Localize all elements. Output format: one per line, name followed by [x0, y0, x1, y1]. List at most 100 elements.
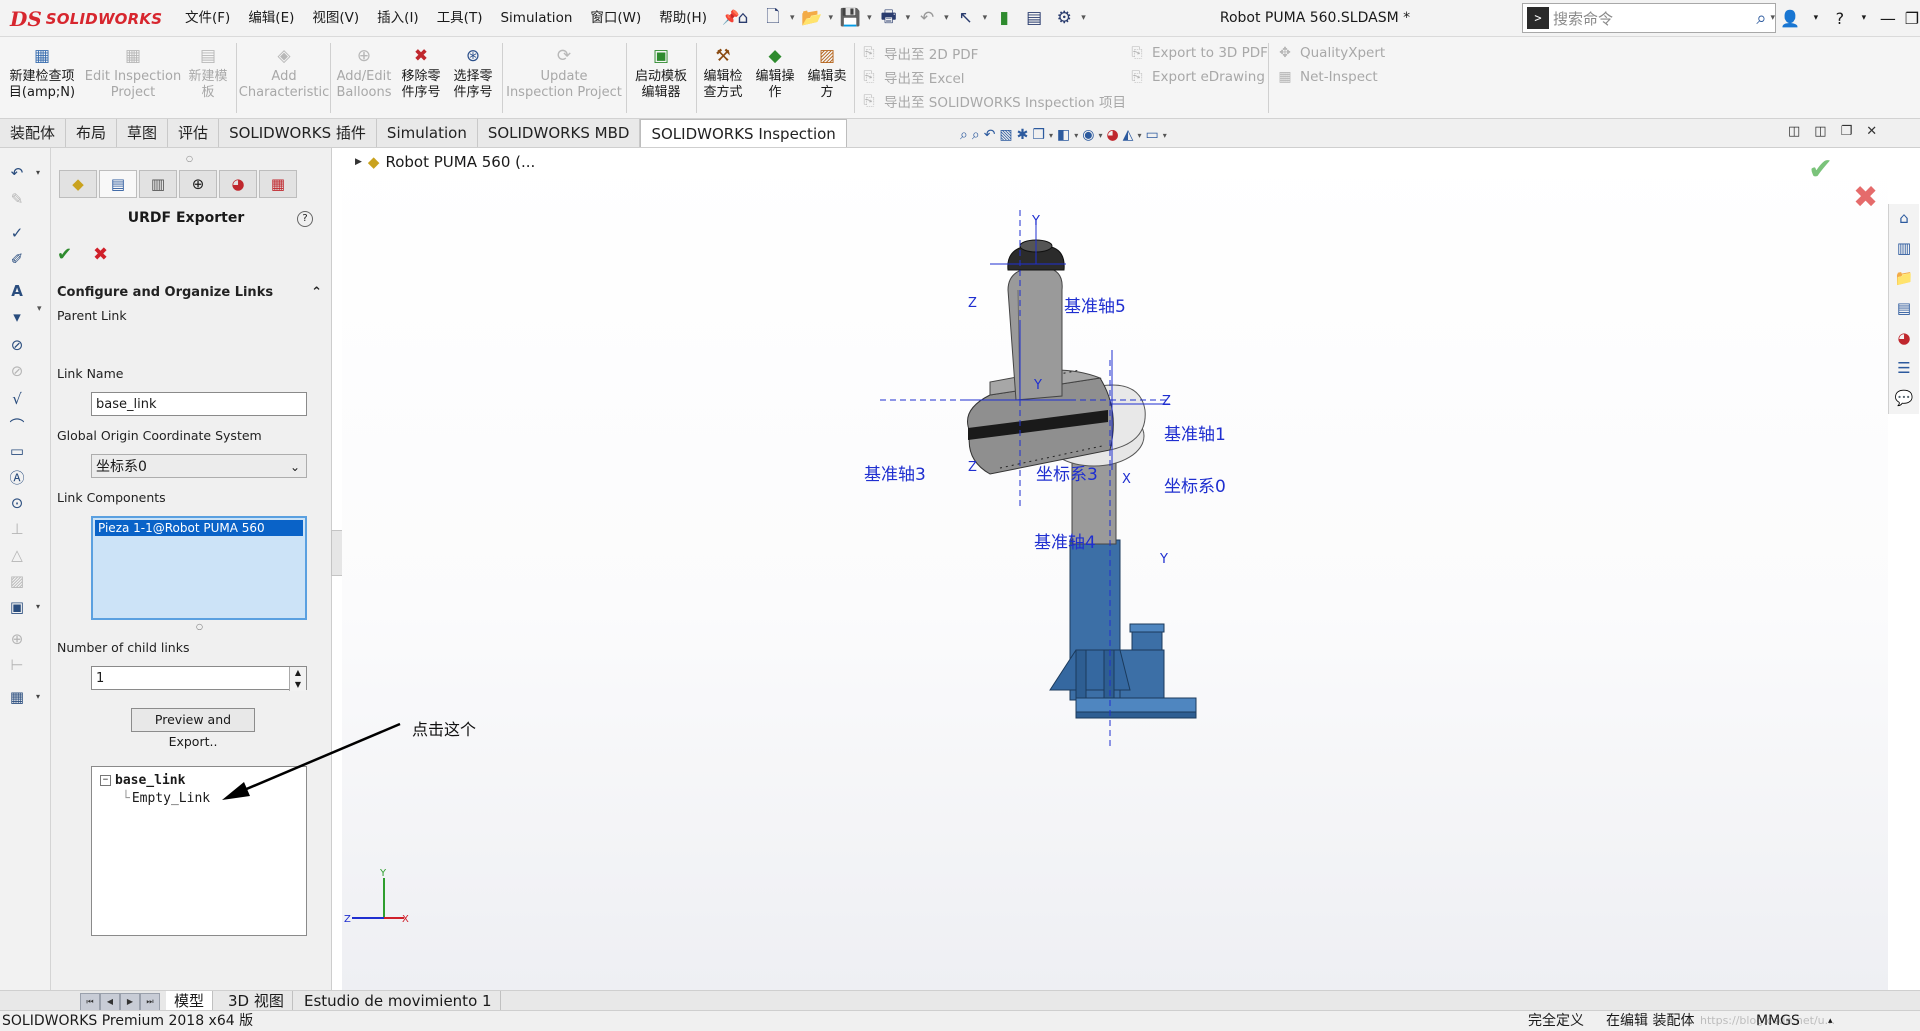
chevron-down-icon[interactable]: ▾: [1137, 131, 1141, 140]
apply-scene-icon[interactable]: ◭: [1123, 127, 1134, 143]
hide-show-icon[interactable]: ◉: [1082, 127, 1094, 143]
surface-finish-icon[interactable]: √: [6, 388, 28, 410]
chevron-down-icon[interactable]: ▾: [1163, 131, 1167, 140]
add-characteristic-button[interactable]: ◈ Add Characteristic: [239, 45, 329, 115]
design-library-icon[interactable]: ▥: [1894, 238, 1914, 258]
zoom-to-fit-icon[interactable]: ⌕: [960, 127, 968, 143]
unit-system[interactable]: MMGS: [1756, 1011, 1800, 1031]
home-icon[interactable]: ⌂: [1894, 208, 1914, 228]
edit-appearance-icon[interactable]: ◕: [1106, 127, 1118, 143]
file-properties-icon[interactable]: ▤: [1021, 5, 1047, 31]
chevron-down-icon[interactable]: ▾: [906, 13, 911, 23]
center-mark-icon[interactable]: ⊕: [6, 628, 28, 650]
tree-root[interactable]: − base_link: [100, 773, 185, 788]
view-orientation-icon[interactable]: ❒: [1032, 127, 1045, 143]
chevron-down-icon[interactable]: ▾: [790, 13, 795, 23]
auto-balloon-icon[interactable]: ⊘: [6, 360, 28, 382]
tab-evaluate[interactable]: 评估: [168, 119, 220, 147]
child-links-input[interactable]: 1 ▲ ▼: [91, 666, 307, 691]
chevron-up-icon[interactable]: ▴: [1828, 1011, 1833, 1031]
tab-layout[interactable]: 布局: [66, 119, 118, 147]
tile-right-icon[interactable]: ◫: [1814, 124, 1826, 139]
launch-template-editor-button[interactable]: ▣ 启动模板编辑器: [630, 45, 692, 115]
spell-check-icon[interactable]: ✓: [6, 222, 28, 244]
export-3d-pdf-button[interactable]: ⎘ Export to 3D PDF: [1128, 41, 1268, 65]
tile-left-icon[interactable]: ◫: [1788, 124, 1800, 139]
tab-mbd[interactable]: SOLIDWORKS MBD: [477, 119, 641, 147]
chevron-down-icon[interactable]: ▾: [36, 692, 40, 701]
search-input[interactable]: 搜索命令: [1553, 8, 1756, 29]
zoom-area-icon[interactable]: ⌕: [972, 127, 980, 143]
smart-dimension-icon[interactable]: ↶: [6, 162, 28, 184]
export-inspection-button[interactable]: ⎘ 导出至 SOLIDWORKS Inspection 项目: [860, 89, 1126, 113]
tab-simulation[interactable]: Simulation: [376, 119, 478, 147]
centerline-icon[interactable]: ⊢: [6, 654, 28, 676]
print-icon[interactable]: 🖶: [876, 5, 902, 31]
origin-select[interactable]: 坐标系0 ⌄: [91, 454, 307, 478]
chevron-down-icon[interactable]: ▾: [829, 13, 834, 23]
menu-edit[interactable]: 编辑(E): [239, 0, 303, 36]
parent-expand-icon[interactable]: ▾: [37, 304, 42, 314]
tab-inspection[interactable]: SOLIDWORKS Inspection: [640, 119, 847, 147]
menu-window[interactable]: 窗口(W): [581, 0, 650, 36]
text-icon[interactable]: A: [6, 280, 28, 302]
format-painter-icon[interactable]: ✐: [6, 248, 28, 270]
custom-properties-icon[interactable]: ☰: [1894, 358, 1914, 378]
menu-insert[interactable]: 插入(I): [368, 0, 428, 36]
property-manager-tab-icon[interactable]: ▤: [99, 170, 137, 198]
remove-balloon-button[interactable]: ✖ 移除零件序号: [396, 45, 446, 115]
weld-symbol-icon[interactable]: ⌒: [6, 414, 28, 436]
tree-child[interactable]: └ Empty_Link: [122, 791, 210, 806]
feature-tree-tab-icon[interactable]: ◆: [59, 170, 97, 198]
view-palette-icon[interactable]: ▤: [1894, 298, 1914, 318]
search-commands[interactable]: > 搜索命令 ⌕ ▾: [1522, 3, 1776, 33]
menu-view[interactable]: 视图(V): [303, 0, 368, 36]
search-icon[interactable]: ⌕: [1756, 8, 1766, 29]
dynamic-annotation-icon[interactable]: ✱: [1017, 127, 1029, 143]
robot-base[interactable]: [1049, 539, 1197, 719]
chevron-down-icon[interactable]: ▾: [1074, 131, 1078, 140]
collapse-icon[interactable]: ⌃: [311, 285, 322, 300]
menu-help[interactable]: 帮助(H): [650, 0, 716, 36]
edit-inspection-project-button[interactable]: ▦ Edit Inspection Project: [84, 45, 182, 115]
hatch-icon[interactable]: ▨: [6, 570, 28, 592]
view-settings-icon[interactable]: ▭: [1145, 127, 1158, 143]
maximize-icon[interactable]: ❐: [1904, 9, 1920, 28]
export-excel-button[interactable]: ⎘ 导出至 Excel: [860, 65, 1126, 89]
qualityxpert-button[interactable]: ✥ QualityXpert: [1276, 41, 1385, 65]
select-icon[interactable]: ↖: [953, 5, 979, 31]
flyout-feature-tree[interactable]: ▶ ◆ Robot PUMA 560 (...: [355, 153, 535, 171]
link-name-input[interactable]: base_link: [91, 392, 307, 416]
ok-button[interactable]: ✔: [57, 244, 72, 265]
table-icon[interactable]: ▦: [6, 686, 28, 708]
chevron-down-icon[interactable]: ▾: [983, 13, 988, 23]
appearances-icon[interactable]: ◕: [1894, 328, 1914, 348]
note-icon[interactable]: ✎: [6, 188, 28, 210]
section-header[interactable]: Configure and Organize Links ⌃: [57, 285, 322, 300]
display-manager-tab-icon[interactable]: ◕: [219, 170, 257, 198]
update-inspection-project-button[interactable]: ⟳ Update Inspection Project: [506, 45, 622, 115]
link-components-list[interactable]: Pieza 1-1@Robot PUMA 560: [91, 516, 307, 620]
new-inspection-project-button[interactable]: ▦ 新建检查项目(amp;N): [4, 45, 80, 115]
quantity-stepper[interactable]: ▲ ▼: [289, 667, 306, 691]
cancel-button[interactable]: ✖: [93, 244, 108, 265]
tab-sketch[interactable]: 草图: [117, 119, 169, 147]
section-view-icon[interactable]: ▧: [999, 127, 1012, 143]
panel-grip[interactable]: ○: [186, 154, 193, 163]
warning-icon[interactable]: △: [6, 544, 28, 566]
chevron-icon[interactable]: ▾: [6, 306, 28, 328]
rebuild-icon[interactable]: ▮: [991, 5, 1017, 31]
export-2d-pdf-button[interactable]: ⎘ 导出至 2D PDF: [860, 41, 1126, 65]
undo-icon[interactable]: ↶: [914, 5, 940, 31]
chevron-down-icon[interactable]: ▾: [1098, 131, 1102, 140]
chevron-down-icon[interactable]: ▾: [36, 168, 40, 177]
chevron-down-icon[interactable]: ▾: [867, 13, 872, 23]
export-edrawing-button[interactable]: ⎘ Export eDrawing: [1128, 65, 1268, 89]
display-style-icon[interactable]: ◧: [1057, 127, 1070, 143]
menu-tools[interactable]: 工具(T): [428, 0, 492, 36]
edit-operation-button[interactable]: ◆ 编辑操作: [752, 45, 798, 115]
geometric-tolerance-icon[interactable]: ⊙: [6, 492, 28, 514]
solidworks-logo[interactable]: DS SOLIDWORKS: [10, 6, 162, 32]
file-explorer-icon[interactable]: 📁: [1894, 268, 1914, 288]
tab-motion-study[interactable]: Estudio de movimiento 1: [296, 991, 501, 1011]
